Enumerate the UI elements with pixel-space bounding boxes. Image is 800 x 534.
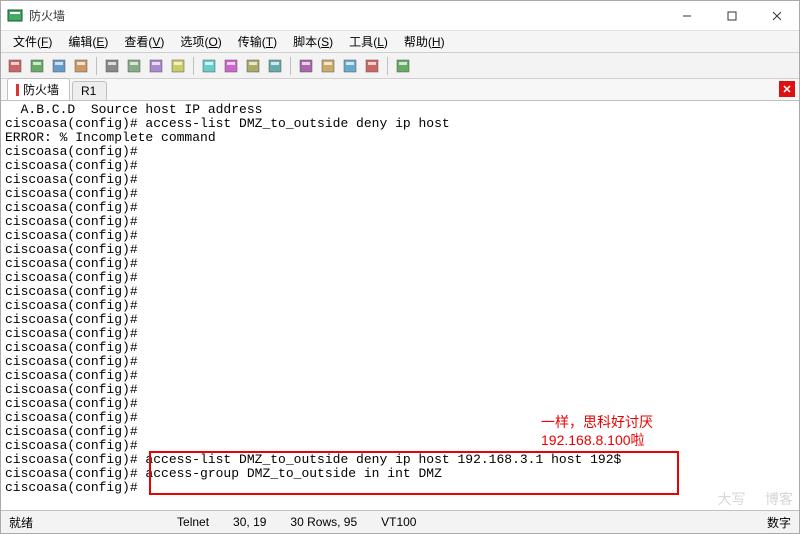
- tab-label: 防火墙: [23, 81, 59, 98]
- tab-r1[interactable]: R1: [72, 81, 107, 100]
- session-tab-strip: 防火墙 R1 ✕: [1, 79, 799, 101]
- menu-bar: 文件(F) 编辑(E) 查看(V) 选项(O) 传输(T) 脚本(S) 工具(L…: [1, 31, 799, 53]
- status-term-type: VT100: [381, 515, 416, 529]
- status-bar: 就绪 Telnet 30, 19 30 Rows, 95 VT100 数字: [1, 511, 799, 533]
- options-icon[interactable]: [221, 56, 241, 76]
- transfer-icon[interactable]: [393, 56, 413, 76]
- toolbar: [1, 53, 799, 79]
- status-ready: 就绪: [9, 514, 33, 531]
- cut-icon[interactable]: [102, 56, 122, 76]
- disconnect-icon[interactable]: [71, 56, 91, 76]
- menu-transfer[interactable]: 传输(T): [230, 31, 285, 52]
- menu-view[interactable]: 查看(V): [116, 31, 172, 52]
- title-bar: 防火墙: [1, 1, 799, 31]
- annotation-text: 一样，思科好讨厌 192.168.8.100啦: [541, 413, 653, 449]
- print-icon[interactable]: [199, 56, 219, 76]
- script-run-icon[interactable]: [296, 56, 316, 76]
- maximize-button[interactable]: [709, 1, 754, 31]
- session-icon[interactable]: [265, 56, 285, 76]
- connect-icon[interactable]: [27, 56, 47, 76]
- tile-icon[interactable]: [243, 56, 263, 76]
- close-button[interactable]: [754, 1, 799, 31]
- status-cursor-pos: 30, 19: [233, 515, 266, 529]
- menu-help[interactable]: 帮助(H): [396, 31, 453, 52]
- menu-tools[interactable]: 工具(L): [341, 31, 396, 52]
- menu-edit[interactable]: 编辑(E): [60, 31, 116, 52]
- minimize-button[interactable]: [664, 1, 709, 31]
- tabstrip-close-icon[interactable]: ✕: [779, 81, 795, 97]
- info-icon[interactable]: [362, 56, 382, 76]
- key-icon[interactable]: [340, 56, 360, 76]
- menu-script[interactable]: 脚本(S): [285, 31, 341, 52]
- script-cancel-icon[interactable]: [318, 56, 338, 76]
- find-icon[interactable]: [168, 56, 188, 76]
- status-numlock: 数字: [767, 514, 791, 531]
- tab-label: R1: [81, 84, 96, 98]
- terminal-output[interactable]: A.B.C.D Source host IP address ciscoasa(…: [1, 101, 799, 510]
- window-title: 防火墙: [29, 7, 65, 24]
- status-rows: 30 Rows, 95: [290, 515, 357, 529]
- copy-icon[interactable]: [124, 56, 144, 76]
- menu-file[interactable]: 文件(F): [5, 31, 60, 52]
- doc-new-icon[interactable]: [5, 56, 25, 76]
- quick-connect-icon[interactable]: [49, 56, 69, 76]
- tab-firewall[interactable]: 防火墙: [7, 78, 70, 100]
- status-protocol: Telnet: [177, 515, 209, 529]
- menu-options[interactable]: 选项(O): [172, 31, 229, 52]
- paste-icon[interactable]: [146, 56, 166, 76]
- app-icon: [7, 8, 23, 24]
